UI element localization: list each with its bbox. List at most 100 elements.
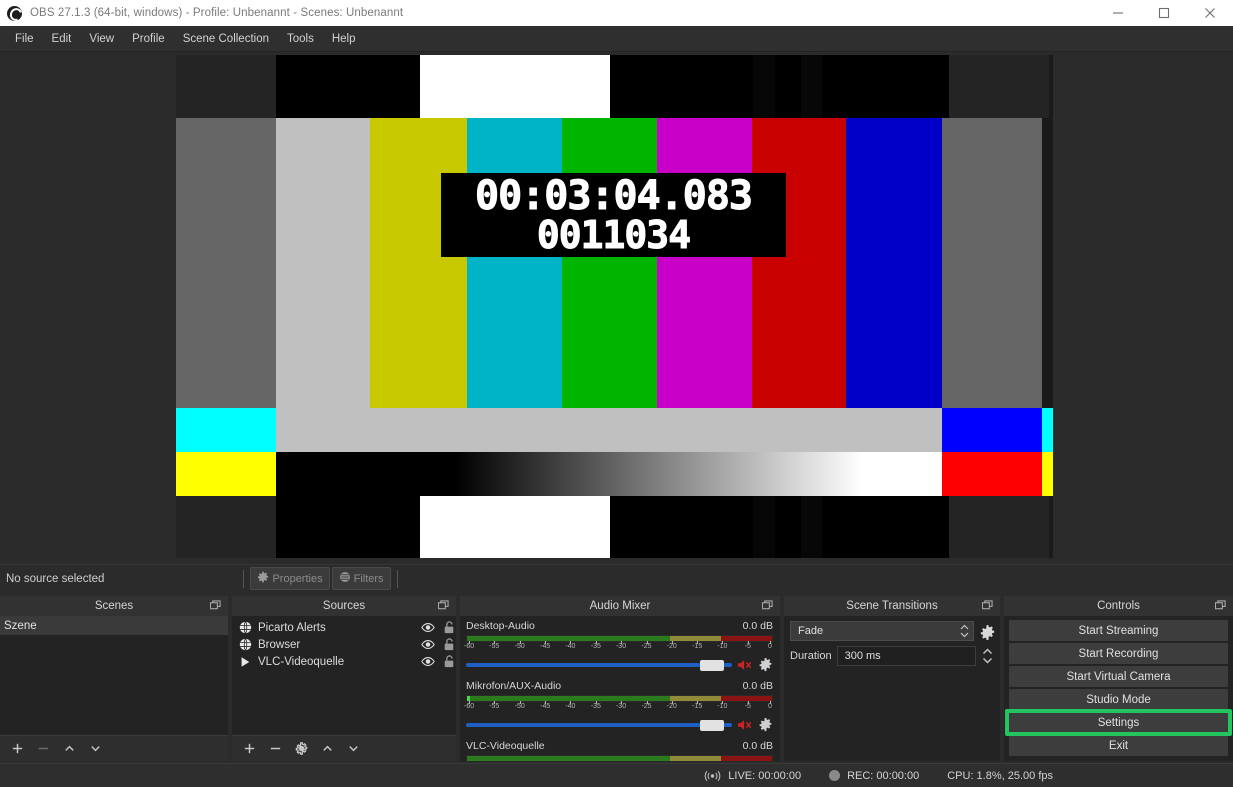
undock-icon[interactable] — [762, 600, 773, 611]
no-source-selected-label: No source selected — [0, 573, 104, 585]
preview-area[interactable]: 00:03:04.083 0011034 — [0, 52, 1233, 564]
studio-mode-button[interactable]: Studio Mode — [1009, 689, 1228, 710]
mixer-channels[interactable]: Desktop-Audio 0.0 dB -60 -55 -50 -45 -40… — [460, 616, 780, 761]
close-icon[interactable] — [1187, 0, 1233, 26]
filters-button[interactable]: Filters — [332, 567, 391, 590]
mute-icon[interactable] — [737, 718, 753, 732]
gear-icon[interactable] — [758, 717, 773, 732]
bar-magenta — [657, 118, 752, 408]
cpu-fps-label: CPU: 1.8%, 25.00 fps — [947, 770, 1053, 782]
duration-label: Duration — [790, 650, 832, 662]
browser-globe-icon — [238, 638, 252, 652]
sources-list[interactable]: Picarto Alerts Browser VLC-V — [232, 616, 456, 735]
eye-icon[interactable] — [420, 638, 435, 652]
volume-slider[interactable] — [466, 718, 732, 732]
scenes-title-bar: Scenes — [0, 596, 228, 616]
menu-item-profile[interactable]: Profile — [123, 29, 174, 49]
eye-icon[interactable] — [420, 621, 435, 635]
pattern-row-top — [176, 55, 1053, 118]
source-properties-button[interactable] — [288, 737, 314, 761]
scenes-list[interactable]: Szene — [0, 616, 228, 735]
scene-list-item[interactable]: Szene — [0, 616, 228, 635]
channel-name: Desktop-Audio — [466, 620, 535, 632]
divider — [243, 570, 244, 588]
gear-icon[interactable] — [758, 657, 773, 672]
volume-slider-handle[interactable] — [700, 720, 724, 731]
status-bar: LIVE: 00:00:00 REC: 00:00:00 CPU: 1.8%, … — [0, 763, 1233, 787]
controls-dock: Controls Start Streaming Start Recording… — [1004, 596, 1233, 761]
undock-icon[interactable] — [982, 600, 993, 611]
eye-icon[interactable] — [420, 655, 435, 669]
transition-select[interactable]: Fade — [790, 621, 974, 641]
start-recording-button[interactable]: Start Recording — [1009, 643, 1228, 664]
channel-header: Desktop-Audio 0.0 dB — [466, 620, 773, 632]
bar-red — [752, 118, 846, 408]
move-scene-up-button[interactable] — [56, 737, 82, 761]
duration-input[interactable]: 300 ms — [837, 646, 976, 666]
start-virtual-camera-button[interactable]: Start Virtual Camera — [1009, 666, 1228, 687]
menu-item-help[interactable]: Help — [323, 29, 365, 49]
undock-icon[interactable] — [210, 600, 221, 611]
mute-icon[interactable] — [737, 658, 753, 672]
source-list-item[interactable]: Browser — [232, 636, 456, 653]
exit-button[interactable]: Exit — [1009, 735, 1228, 756]
transitions-title: Scene Transitions — [846, 600, 937, 612]
meter-scale: -60 -55 -50 -45 -40 -35 -30 -25 -20 -15 … — [466, 643, 773, 654]
bar-gray — [176, 118, 276, 408]
channel-header: VLC-Videoquelle 0.0 dB — [466, 740, 773, 752]
move-scene-down-button[interactable] — [82, 737, 108, 761]
volume-slider[interactable] — [466, 658, 732, 672]
timecode-overlay: 00:03:04.083 0011034 — [441, 173, 786, 257]
lock-open-icon[interactable] — [441, 638, 456, 652]
duration-row: Duration 300 ms — [784, 641, 1000, 666]
remove-scene-button[interactable] — [30, 737, 56, 761]
button-label: Start Recording — [1079, 648, 1159, 660]
preview-canvas[interactable]: 00:03:04.083 0011034 — [176, 55, 1053, 558]
settings-button[interactable]: Settings — [1009, 712, 1228, 733]
controls-title: Controls — [1097, 600, 1140, 612]
channel-controls — [466, 657, 773, 672]
remove-source-button[interactable] — [262, 737, 288, 761]
button-label: Start Virtual Camera — [1067, 671, 1171, 683]
undock-icon[interactable] — [438, 600, 449, 611]
menu-item-file[interactable]: File — [6, 29, 43, 49]
title-bar: OBS 27.1.3 (64-bit, windows) - Profile: … — [0, 0, 1233, 26]
volume-slider-handle[interactable] — [700, 660, 724, 671]
scenes-toolbar — [0, 735, 228, 761]
duration-stepper[interactable] — [981, 646, 994, 666]
lock-open-icon[interactable] — [441, 655, 456, 669]
mixer-title-bar: Audio Mixer — [460, 596, 780, 616]
menu-item-view[interactable]: View — [80, 29, 123, 49]
chevron-updown-icon[interactable] — [959, 623, 970, 639]
mixer-channel[interactable]: Desktop-Audio 0.0 dB -60 -55 -50 -45 -40… — [460, 616, 780, 672]
minimize-icon[interactable] — [1095, 0, 1141, 26]
properties-button[interactable]: Properties — [250, 567, 329, 590]
channel-db: 0.0 dB — [743, 620, 773, 632]
menu-item-scene-collection[interactable]: Scene Collection — [174, 29, 278, 49]
move-source-up-button[interactable] — [314, 737, 340, 761]
undock-icon[interactable] — [1215, 600, 1226, 611]
start-streaming-button[interactable]: Start Streaming — [1009, 620, 1228, 641]
play-triangle-icon — [238, 655, 252, 669]
source-list-item[interactable]: VLC-Videoquelle — [232, 653, 456, 670]
level-meter — [466, 635, 773, 642]
bar-cyan — [467, 118, 562, 408]
add-scene-button[interactable] — [4, 737, 30, 761]
menu-item-tools[interactable]: Tools — [278, 29, 323, 49]
transitions-body: Fade Duration 300 ms — [784, 616, 1000, 761]
add-source-button[interactable] — [236, 737, 262, 761]
button-label: Settings — [1098, 717, 1140, 729]
mixer-channel[interactable]: VLC-Videoquelle 0.0 dB — [460, 732, 780, 761]
mixer-title: Audio Mixer — [590, 600, 651, 612]
maximize-icon[interactable] — [1141, 0, 1187, 26]
channel-db: 0.0 dB — [743, 740, 773, 752]
audio-mixer-dock: Audio Mixer Desktop-Audio 0.0 dB -60 -55… — [460, 596, 780, 761]
button-label: Exit — [1109, 740, 1128, 752]
transition-properties-gear-icon[interactable] — [979, 624, 994, 639]
source-list-item[interactable]: Picarto Alerts — [232, 619, 456, 636]
channel-controls — [466, 717, 773, 732]
menu-item-edit[interactable]: Edit — [43, 29, 81, 49]
move-source-down-button[interactable] — [340, 737, 366, 761]
mixer-channel[interactable]: Mikrofon/AUX-Audio 0.0 dB -60 -55 -50 -4… — [460, 672, 780, 732]
lock-open-icon[interactable] — [441, 621, 456, 635]
